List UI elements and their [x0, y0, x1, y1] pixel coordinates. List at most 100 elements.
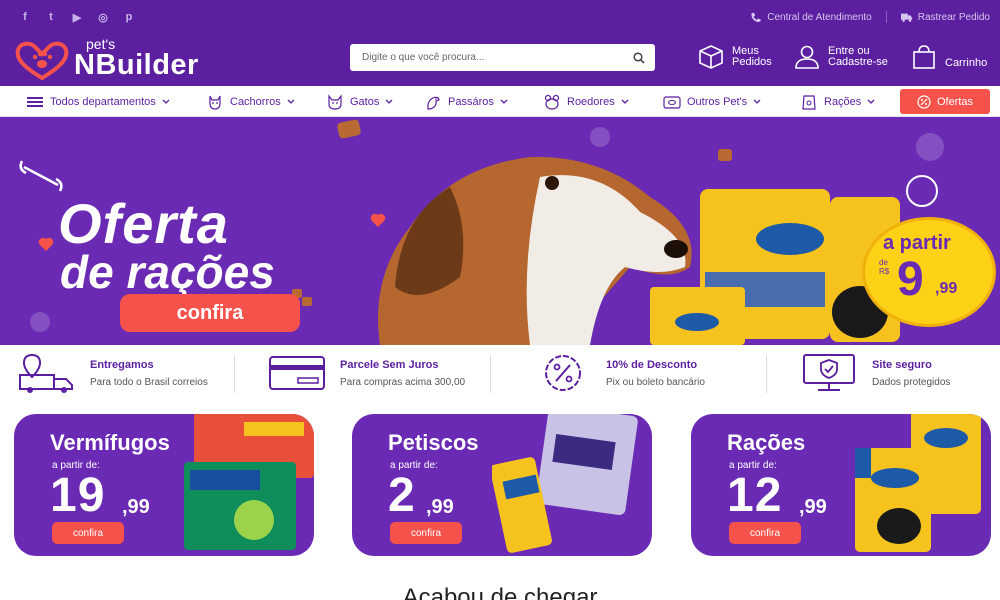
cart-label: Carrinho	[945, 56, 988, 69]
my-orders-button[interactable]: Meus Pedidos	[698, 44, 772, 70]
nav-label: Outros Pet's	[687, 96, 748, 108]
nav-label: Todos departamentos	[50, 96, 156, 108]
feature-title: Site seguro	[872, 358, 932, 371]
feature-subtitle: Dados protegidos	[872, 376, 951, 388]
top-links: Central de Atendimento Rastrear Pedido	[750, 11, 990, 23]
feature-divider	[234, 355, 235, 393]
nav-label: Roedores	[567, 96, 615, 108]
feature-divider	[766, 355, 767, 393]
nav-all-departments[interactable]: Todos departamentos	[26, 92, 170, 112]
feature-subtitle: Pix ou boleto bancário	[606, 376, 705, 388]
social-links: f t ▶ ◎ p	[18, 10, 136, 24]
promo-card-dewormers[interactable]: Vermífugos a partir de: 19 ,99 confira	[14, 414, 314, 556]
nav-label: Rações	[824, 96, 862, 108]
phone-icon	[751, 12, 761, 22]
feature-title: Entregamos	[90, 358, 154, 371]
promo-card-price: 2	[388, 469, 416, 522]
feature-secure: Site seguro Dados protegidos	[800, 353, 950, 393]
feature-discount: 10% de Desconto Pix ou boleto bancário	[534, 353, 705, 393]
price-badge: a partir de R$ 9 ,99	[862, 217, 996, 327]
banner-title-line2: de rações	[60, 246, 275, 298]
dewormer-products-image	[184, 414, 314, 550]
nav-label: Cachorros	[230, 96, 281, 108]
login-button[interactable]: Entre ou Cadastre-se	[794, 44, 888, 70]
chevron-down-icon	[867, 99, 875, 104]
features-strip: Entregamos Para todo o Brasil correios Pa…	[0, 345, 1000, 403]
my-orders-line2: Pedidos	[732, 56, 772, 68]
secure-monitor-icon	[803, 354, 855, 391]
promo-card-pet-food[interactable]: Rações a partir de: 12 ,99 confira	[691, 414, 991, 556]
percent-badge-icon	[917, 94, 931, 109]
rodent-icon	[544, 94, 560, 110]
service-center-link[interactable]: Central de Atendimento	[750, 12, 872, 23]
offers-label: Ofertas	[936, 95, 974, 108]
instagram-icon[interactable]: ◎	[96, 10, 110, 24]
nav-rodents[interactable]: Roedores	[543, 92, 629, 112]
offers-button[interactable]: Ofertas	[900, 89, 990, 114]
feature-title: 10% de Desconto	[606, 358, 698, 371]
nav-birds[interactable]: Passáros	[424, 92, 508, 112]
delivery-truck-icon	[19, 353, 73, 393]
feature-subtitle: Para todo o Brasil correios	[90, 376, 208, 388]
box-icon	[699, 45, 723, 69]
discount-badge-icon	[545, 355, 581, 391]
nav-dogs[interactable]: Cachorros	[206, 92, 295, 112]
paw-icon	[906, 175, 938, 207]
truck-icon	[900, 13, 912, 22]
chevron-down-icon	[500, 99, 508, 104]
chevron-down-icon	[753, 99, 761, 104]
treat-products-image	[492, 414, 638, 553]
promo-card-button[interactable]: confira	[52, 522, 124, 544]
twitter-icon[interactable]: t	[44, 10, 58, 24]
feature-subtitle: Para compras acima 300,00	[340, 376, 466, 388]
promo-card-title: Vermífugos	[50, 430, 170, 455]
youtube-icon[interactable]: ▶	[70, 10, 84, 24]
nav-pet-food[interactable]: Rações	[800, 92, 875, 112]
credit-card-icon	[269, 356, 325, 390]
nav-label: Passáros	[448, 96, 494, 108]
pet-food-products-image	[855, 414, 981, 552]
shopping-bag-icon	[913, 45, 935, 69]
track-order-link[interactable]: Rastrear Pedido	[900, 11, 990, 23]
feature-title: Parcele Sem Juros	[340, 358, 439, 371]
promo-card-button[interactable]: confira	[390, 522, 462, 544]
pinterest-icon[interactable]: p	[122, 10, 136, 24]
dog-icon	[209, 95, 221, 110]
hero-banner[interactable]: Oferta de rações confira a partir de R$ 9…	[0, 117, 1000, 345]
promo-card-button[interactable]: confira	[729, 522, 801, 544]
search-input[interactable]	[362, 52, 622, 63]
nav-label: Gatos	[350, 96, 380, 108]
chevron-down-icon	[385, 99, 393, 104]
menu-icon	[27, 97, 43, 107]
bird-icon	[427, 96, 440, 110]
section-heading: Acabou de chegar	[402, 584, 598, 600]
track-order-label: Rastrear Pedido	[917, 11, 990, 23]
heart-paw-logo-icon	[15, 41, 69, 80]
promo-card-cents: ,99	[122, 496, 150, 518]
promo-card-cents: ,99	[426, 496, 454, 518]
user-icon	[795, 45, 819, 69]
logo-title: NBuilder	[74, 49, 199, 81]
feature-delivery: Entregamos Para todo o Brasil correios	[18, 353, 208, 393]
service-center-label: Central de Atendimento	[767, 11, 872, 23]
cart-button[interactable]: Carrinho	[911, 44, 987, 70]
nav-other-pets[interactable]: Outros Pet's	[663, 92, 761, 112]
banner-cta-button[interactable]: confira	[120, 294, 300, 332]
price-badge-de: de R$	[879, 258, 889, 276]
promo-card-price: 19	[50, 469, 106, 522]
category-nav: Todos departamentos Cachorros Gatos Pass…	[0, 86, 1000, 117]
price-badge-value: 9	[897, 253, 924, 306]
search-icon[interactable]	[633, 51, 645, 64]
feature-divider	[490, 355, 491, 393]
food-bag-icon	[802, 95, 816, 110]
promo-card-title: Rações	[727, 430, 806, 455]
promo-card-price: 12	[727, 469, 783, 522]
facebook-icon[interactable]: f	[18, 10, 32, 24]
search-bar	[350, 44, 655, 71]
nav-cats[interactable]: Gatos	[326, 92, 393, 112]
login-line2: Cadastre-se	[828, 56, 888, 68]
feature-installments: Parcele Sem Juros Para compras acima 300,…	[268, 353, 465, 393]
promo-card-treats[interactable]: Petiscos a partir de: 2 ,99 confira	[352, 414, 652, 556]
dog-illustration	[378, 156, 692, 345]
logo[interactable]: pet's NBuilder	[14, 36, 234, 84]
